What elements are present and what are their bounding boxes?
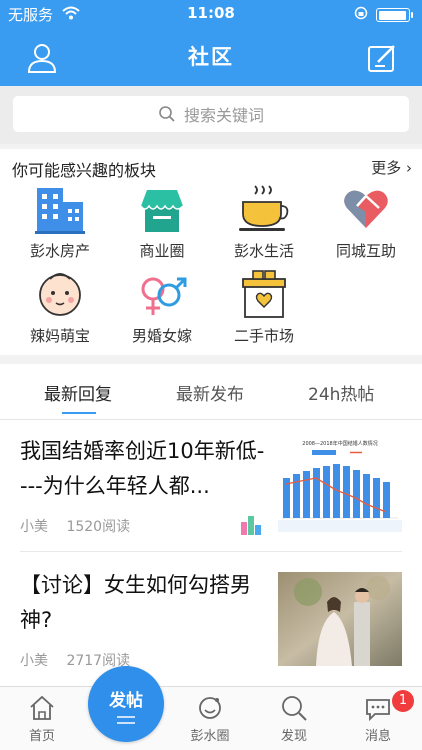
boards-title: 你可能感兴趣的板块 bbox=[12, 161, 157, 180]
post-title[interactable]: 【讨论】女生如何勾搭男神? bbox=[20, 568, 268, 638]
tabbar-label: 彭水圈 bbox=[190, 729, 230, 744]
tabbar-label: 消息 bbox=[364, 729, 391, 744]
tab-latest-post[interactable]: 最新发布 bbox=[176, 380, 244, 405]
board-label: 辣妈萌宝 bbox=[29, 327, 90, 345]
building-icon bbox=[35, 188, 85, 234]
more-link[interactable]: 更多 › bbox=[371, 157, 412, 178]
board-hunjia[interactable]: 男婚女嫁 bbox=[112, 267, 212, 346]
tabbar-label: 首页 bbox=[28, 729, 55, 744]
post-title[interactable]: 我国结婚率创近10年新低----为什么年轻人都... bbox=[20, 434, 268, 504]
post-item[interactable]: 【讨论】女生如何勾搭男神? 小美 2717阅读 bbox=[0, 554, 422, 686]
post-divider bbox=[20, 551, 402, 552]
nav-row: 社区 bbox=[0, 28, 422, 84]
active-tab-indicator bbox=[62, 412, 96, 414]
board-label: 男婚女嫁 bbox=[131, 327, 192, 345]
feed-tabs: 最新回复 最新发布 24h热帖 bbox=[0, 364, 422, 420]
board-label: 彭水生活 bbox=[233, 242, 294, 260]
create-post-button[interactable]: 发帖 bbox=[88, 666, 164, 742]
board-shangye[interactable]: 商业圈 bbox=[112, 182, 212, 261]
page-title: 社区 bbox=[188, 45, 234, 69]
tab-latest-reply[interactable]: 最新回复 bbox=[44, 380, 112, 405]
board-label: 彭水房产 bbox=[29, 242, 90, 260]
home-icon bbox=[30, 695, 54, 720]
discover-icon bbox=[282, 696, 307, 721]
post-feed: 我国结婚率创近10年新低----为什么年轻人都... 小美 1520阅读 200… bbox=[0, 420, 422, 686]
board-fangchan[interactable]: 彭水房产 bbox=[10, 182, 110, 261]
tabbar-pengshui-circle[interactable]: 彭水圈 bbox=[180, 693, 240, 744]
post-author: 小美 bbox=[20, 519, 48, 535]
post-item[interactable]: 我国结婚率创近10年新低----为什么年轻人都... 小美 1520阅读 200… bbox=[0, 420, 422, 554]
app-header: 无服务 11:08 社区 bbox=[0, 0, 422, 86]
marriage-chart-thumbnail: 2008—2018年中国结婚人数情况 bbox=[278, 438, 402, 532]
search-area: 搜索关键词 bbox=[0, 86, 422, 144]
box-icon bbox=[242, 270, 286, 318]
search-placeholder: 搜索关键词 bbox=[183, 106, 264, 125]
edit-icon[interactable] bbox=[364, 40, 400, 76]
board-huzhu[interactable]: 同城互助 bbox=[316, 182, 416, 261]
thumb-chart-title: 2008—2018年中国结婚人数情况 bbox=[302, 440, 377, 447]
bottom-tab-bar: 首页 彭水圈 发现 消息 bbox=[0, 686, 422, 750]
board-ershou[interactable]: 二手市场 bbox=[214, 267, 314, 346]
baby-icon bbox=[39, 273, 81, 316]
tab-24h-hot[interactable]: 24h热帖 bbox=[308, 380, 374, 405]
post-thumbnail[interactable] bbox=[278, 572, 402, 666]
search-icon bbox=[159, 106, 175, 122]
boards-section: 你可能感兴趣的板块 更多 › 彭水房产 商业圈 彭水生活 同城互助 辣妈萌宝 男… bbox=[0, 149, 422, 355]
status-bar: 无服务 11:08 bbox=[0, 0, 422, 28]
message-badge: 1 bbox=[392, 690, 414, 712]
post-reads: 1520阅读 bbox=[66, 519, 131, 535]
board-mengbao[interactable]: 辣妈萌宝 bbox=[10, 267, 110, 346]
board-shenghuo[interactable]: 彭水生活 bbox=[214, 182, 314, 261]
lines-icon bbox=[117, 716, 135, 724]
teacup-icon bbox=[239, 185, 289, 231]
message-icon bbox=[366, 699, 390, 722]
post-meta: 小美 1520阅读 bbox=[20, 516, 144, 536]
chart-logo-icon bbox=[241, 516, 261, 535]
board-label: 商业圈 bbox=[139, 242, 185, 260]
create-post-label: 发帖 bbox=[109, 691, 143, 711]
battery-icon bbox=[376, 8, 413, 22]
post-thumbnail[interactable]: 2008—2018年中国结婚人数情况 bbox=[278, 438, 402, 532]
search-input[interactable]: 搜索关键词 bbox=[13, 96, 409, 132]
tabbar-label: 发现 bbox=[280, 729, 307, 744]
board-label: 二手市场 bbox=[233, 327, 294, 345]
shop-icon bbox=[140, 190, 184, 232]
circle-icon bbox=[199, 697, 221, 719]
post-author: 小美 bbox=[20, 653, 48, 669]
rotation-lock-icon bbox=[354, 6, 368, 20]
board-label: 同城互助 bbox=[335, 242, 396, 260]
heart-handshake-icon bbox=[344, 190, 388, 228]
tabbar-discover[interactable]: 发现 bbox=[264, 693, 324, 744]
tabbar-home[interactable]: 首页 bbox=[12, 693, 72, 744]
couple-photo-thumbnail bbox=[278, 572, 402, 666]
battery-level bbox=[378, 10, 407, 20]
gender-icon bbox=[141, 277, 187, 315]
